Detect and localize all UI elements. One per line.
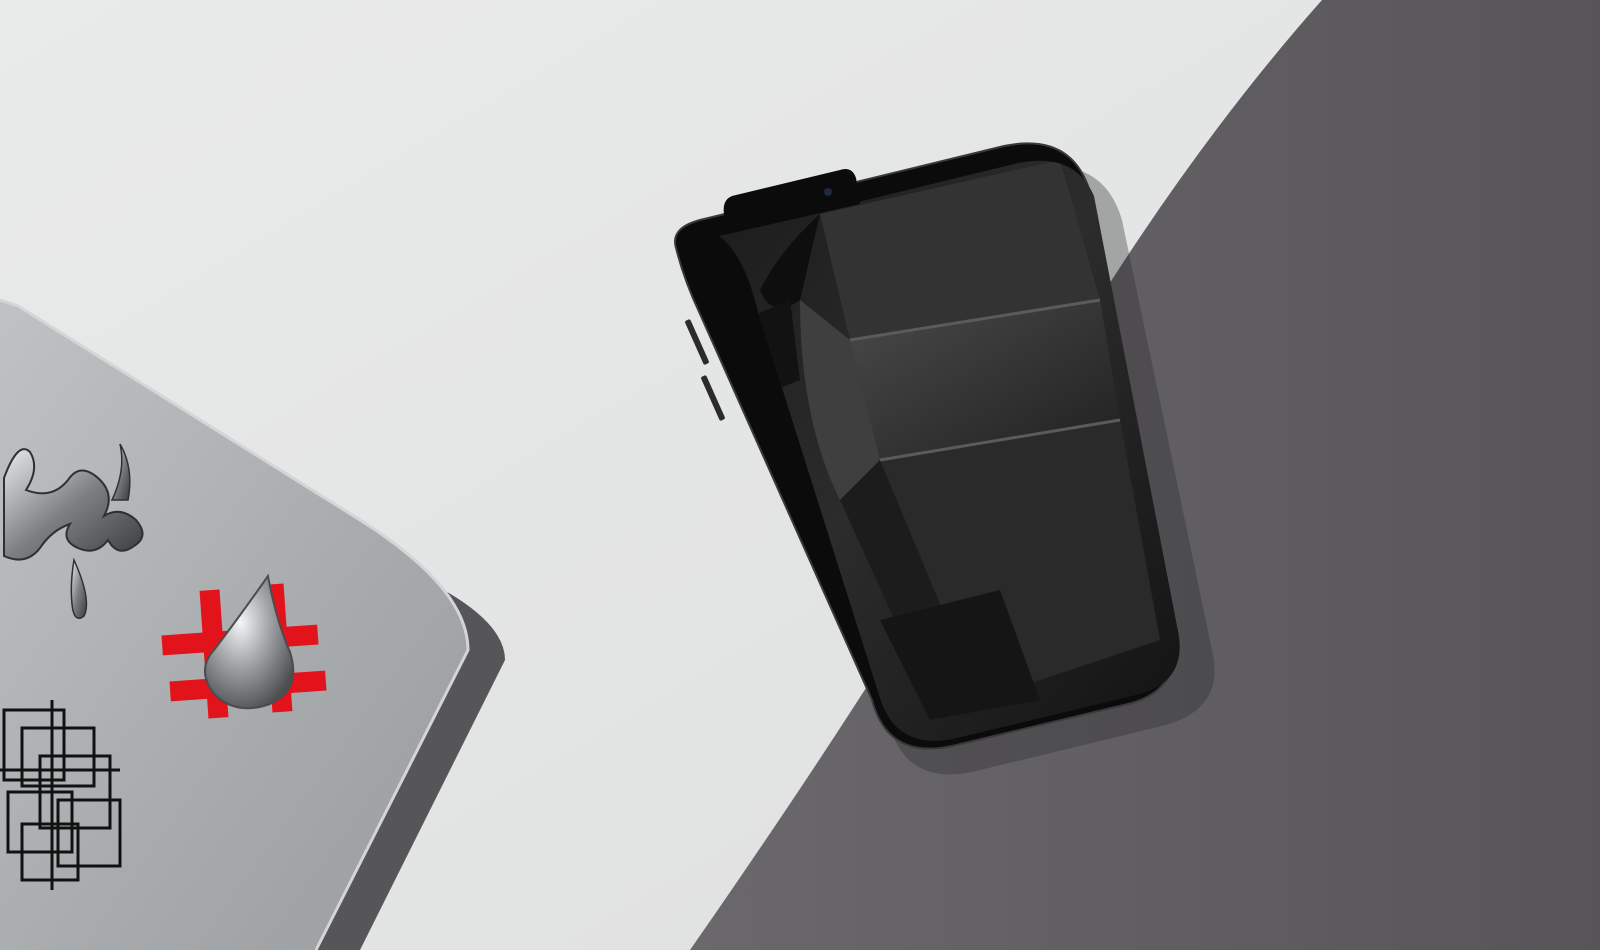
front-camera bbox=[824, 188, 832, 196]
photo-scene bbox=[0, 0, 1600, 950]
scene-illustration bbox=[0, 0, 1600, 950]
